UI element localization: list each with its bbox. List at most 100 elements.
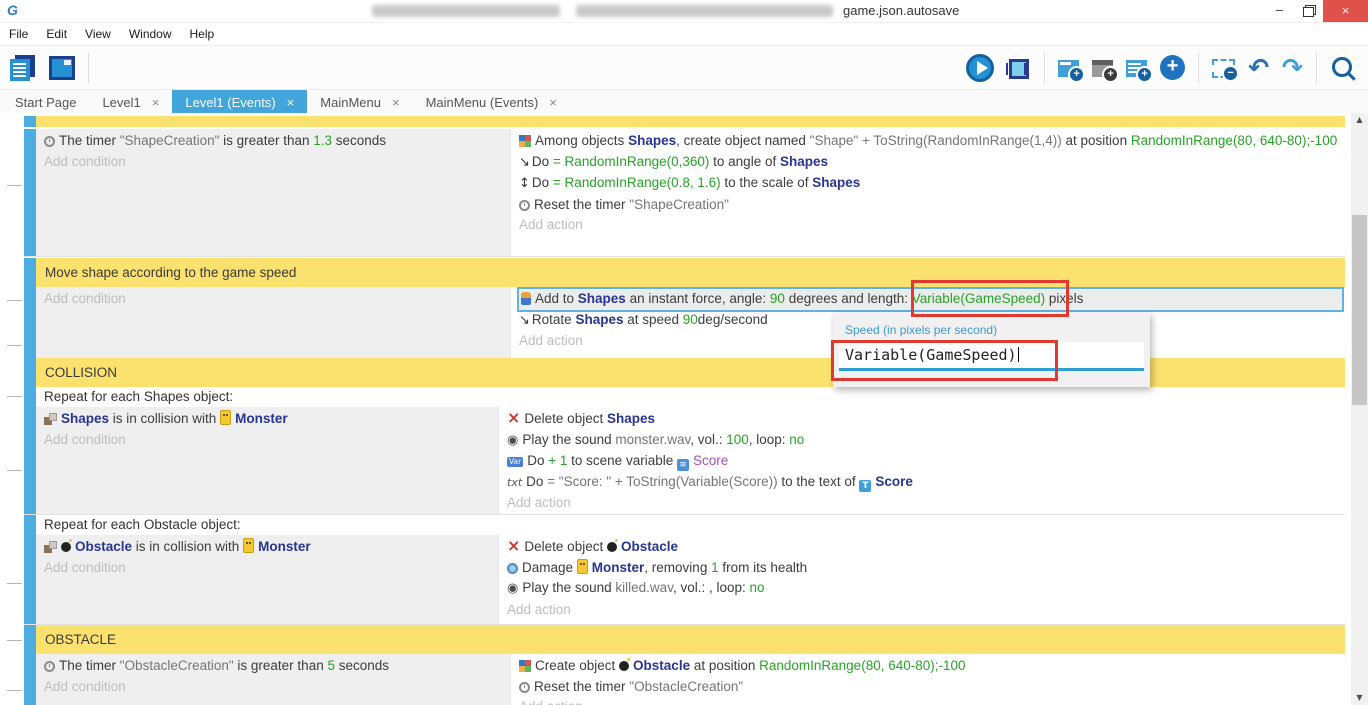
scroll-down-icon[interactable]: ▼ xyxy=(1351,691,1368,705)
add-condition-button[interactable]: Add condition xyxy=(44,558,498,579)
event-selection-bar[interactable] xyxy=(24,129,36,256)
event-selection-bar[interactable] xyxy=(24,625,36,654)
tab-level1[interactable]: Level1 × xyxy=(89,90,172,115)
add-action-button[interactable]: Add action xyxy=(519,697,1345,705)
action-line[interactable]: ↘Do = RandomInRange(0,360) to angle of S… xyxy=(519,152,1345,174)
add-condition-button[interactable]: Add condition xyxy=(44,430,498,451)
menu-view[interactable]: View xyxy=(76,27,120,41)
add-action-button[interactable]: Add action xyxy=(507,493,1345,514)
add-comment-icon[interactable] xyxy=(1126,60,1147,77)
event-selection-bar[interactable] xyxy=(24,654,36,705)
add-action-button[interactable]: Add action xyxy=(519,215,1345,236)
comment-row[interactable]: Move shape according to the game speed xyxy=(24,258,1345,287)
tab-close-icon[interactable]: × xyxy=(152,95,160,110)
event-row[interactable]: The timer "ShapeCreation" is greater tha… xyxy=(24,129,1345,256)
event-row[interactable]: Repeat for each Shapes object: Shapes is… xyxy=(24,387,1345,514)
event-row[interactable]: The timer "ObstacleCreation" is greater … xyxy=(24,654,1345,705)
tab-label: Level1 xyxy=(102,95,140,110)
actions-column: ×Delete object Obstacle Damage Monster, … xyxy=(498,535,1345,624)
condition-line[interactable]: Obstacle is in collision with Monster xyxy=(44,537,498,558)
comment-row[interactable]: OBSTACLE xyxy=(24,625,1345,654)
tab-label: MainMenu (Events) xyxy=(426,95,539,110)
window-title: game.json.autosave xyxy=(843,3,959,18)
conditions-column: The timer "ShapeCreation" is greater tha… xyxy=(36,129,510,256)
add-condition-button[interactable]: Add condition xyxy=(44,152,510,173)
tab-mainmenu[interactable]: MainMenu× xyxy=(307,90,412,115)
repeat-event-header[interactable]: Repeat for each Obstacle object: xyxy=(36,515,1345,535)
menu-window[interactable]: Window xyxy=(120,27,181,41)
action-line[interactable]: Reset the timer "ObstacleCreation" xyxy=(519,677,1345,698)
add-condition-button[interactable]: Add condition xyxy=(44,677,510,698)
action-line[interactable]: Reset the timer "ShapeCreation" xyxy=(519,195,1345,216)
toolbar-separator xyxy=(1316,53,1317,83)
tab-start-page[interactable]: Start Page xyxy=(2,90,89,115)
annotation-rectangle xyxy=(911,280,1069,317)
tab-close-icon[interactable]: × xyxy=(287,95,295,110)
action-line[interactable]: txtDo = "Score: " + ToString(Variable(Sc… xyxy=(507,472,1345,494)
tab-close-icon[interactable]: × xyxy=(392,95,400,110)
condition-line[interactable]: Shapes is in collision with Monster xyxy=(44,409,498,430)
vertical-scrollbar[interactable]: ▲ ▼ xyxy=(1351,113,1368,705)
repeat-event-header[interactable]: Repeat for each Shapes object: xyxy=(36,387,1345,407)
comment-row[interactable] xyxy=(24,116,1345,127)
toolbar: ↶ ↷ xyxy=(0,46,1368,90)
tab-label: Level1 (Events) xyxy=(185,95,275,110)
event-selection-bar[interactable] xyxy=(24,116,36,127)
event-selection-bar[interactable] xyxy=(24,258,36,287)
action-line[interactable]: Damage Monster, removing 1 from its heal… xyxy=(507,558,1345,579)
menu-file[interactable]: File xyxy=(0,27,37,41)
undo-icon[interactable]: ↶ xyxy=(1248,55,1269,80)
rotate-icon: ↘ xyxy=(519,311,530,332)
scale-icon: ↕ xyxy=(519,174,530,195)
create-object-icon xyxy=(519,135,531,147)
project-manager-icon[interactable] xyxy=(10,59,30,81)
add-action-button[interactable]: Add action xyxy=(507,600,1345,621)
timer-icon xyxy=(44,136,55,147)
event-selection-bar[interactable] xyxy=(24,287,36,358)
action-line[interactable]: ◉Play the sound killed.wav, vol.: , loop… xyxy=(507,578,1345,600)
scroll-up-icon[interactable]: ▲ xyxy=(1351,113,1368,127)
collision-icon xyxy=(44,541,57,553)
tab-close-icon[interactable]: × xyxy=(549,95,557,110)
tab-level1-events[interactable]: Level1 (Events) × xyxy=(172,90,307,115)
event-row[interactable]: Repeat for each Obstacle object: Obstacl… xyxy=(24,515,1345,624)
condition-line[interactable]: The timer "ObstacleCreation" is greater … xyxy=(44,656,510,677)
restore-button[interactable] xyxy=(1294,0,1323,22)
sound-icon: ◉ xyxy=(507,431,518,452)
condition-line[interactable]: The timer "ShapeCreation" is greater tha… xyxy=(44,131,510,152)
run-icon[interactable] xyxy=(966,54,994,82)
app-logo-icon: G xyxy=(7,2,18,18)
scrollbar-thumb[interactable] xyxy=(1352,215,1367,405)
add-subevent-icon[interactable] xyxy=(1092,60,1113,77)
action-line[interactable]: ↕Do = RandomInRange(0.8, 1.6) to the sca… xyxy=(519,173,1345,195)
menu-edit[interactable]: Edit xyxy=(37,27,76,41)
action-line[interactable]: Among objects Shapes, create object name… xyxy=(519,131,1345,152)
event-selection-bar[interactable] xyxy=(24,387,36,514)
redo-icon[interactable]: ↷ xyxy=(1282,55,1303,80)
add-event-icon[interactable] xyxy=(1058,60,1079,77)
close-button[interactable]: × xyxy=(1323,0,1368,22)
action-line[interactable]: VarDo + 1 to scene variable ≡Score xyxy=(507,451,1345,472)
redacted-title-text xyxy=(576,5,833,17)
event-selection-bar[interactable] xyxy=(24,358,36,387)
add-circle-icon[interactable] xyxy=(1160,55,1185,80)
delete-event-icon[interactable] xyxy=(1212,59,1235,78)
tab-mainmenu-events[interactable]: MainMenu (Events) × xyxy=(413,90,570,115)
action-line[interactable]: Create object Obstacle at position Rando… xyxy=(519,656,1345,677)
event-selection-bar[interactable] xyxy=(24,515,36,624)
scene-var-icon: ≡ xyxy=(677,459,689,471)
comment-text: OBSTACLE xyxy=(36,625,1345,654)
menu-help[interactable]: Help xyxy=(181,27,224,41)
search-icon[interactable] xyxy=(1332,57,1352,77)
minimize-button[interactable]: – xyxy=(1265,0,1294,22)
action-line[interactable]: ◉Play the sound monster.wav, vol.: 100, … xyxy=(507,430,1345,452)
action-line[interactable]: ×Delete object Obstacle xyxy=(507,537,1345,558)
add-condition-button[interactable]: Add condition xyxy=(44,289,510,310)
monster-icon xyxy=(243,538,254,553)
scene-editor-icon[interactable] xyxy=(49,56,75,80)
actions-column: Among objects Shapes, create object name… xyxy=(510,129,1345,256)
comment-text: Move shape according to the game speed xyxy=(36,258,1345,287)
action-line[interactable]: ×Delete object Shapes xyxy=(507,409,1345,430)
debug-icon[interactable] xyxy=(1009,59,1029,79)
title-bar: G game.json.autosave – × xyxy=(0,0,1368,23)
